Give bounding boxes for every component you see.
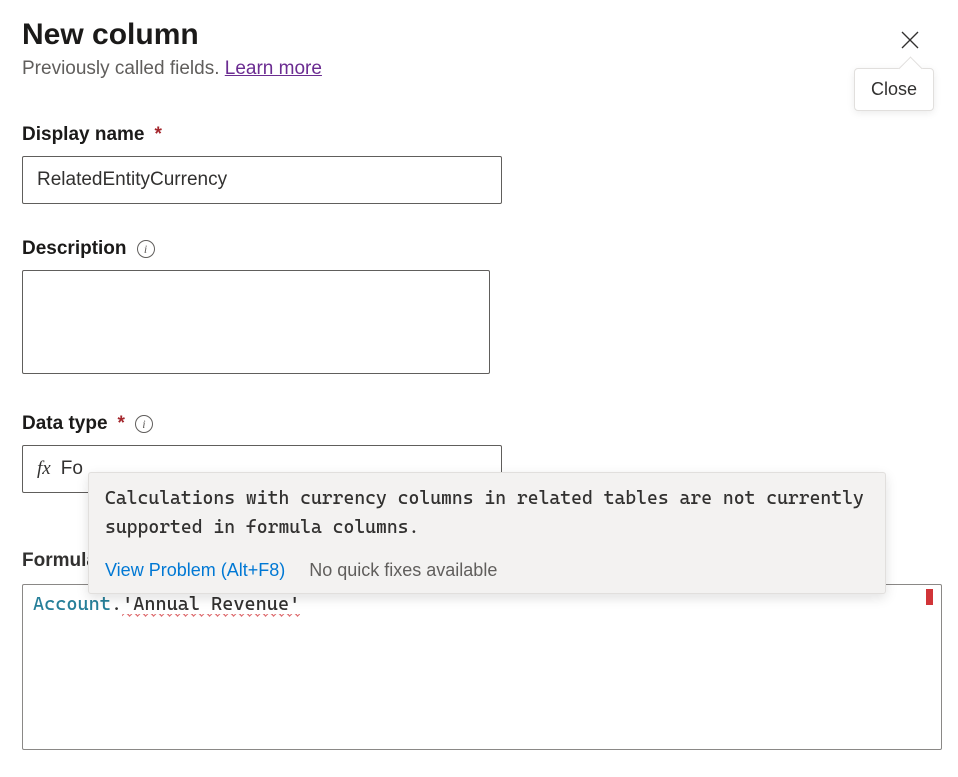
- info-icon[interactable]: i: [135, 415, 153, 433]
- datatype-value-visible: Fo: [61, 458, 83, 480]
- description-input[interactable]: [22, 270, 490, 374]
- formula-editor[interactable]: Account.'Annual Revenue': [22, 584, 942, 750]
- error-message: Calculations with currency columns in re…: [89, 473, 885, 552]
- description-label: Description: [22, 238, 127, 260]
- info-icon[interactable]: i: [137, 240, 155, 258]
- view-problem-link[interactable]: View Problem (Alt+F8): [105, 560, 285, 581]
- learn-more-link[interactable]: Learn more: [225, 58, 322, 79]
- display-name-input[interactable]: [22, 156, 502, 204]
- display-name-label: Display name: [22, 124, 145, 146]
- required-marker: *: [118, 413, 125, 435]
- display-name-group: Display name *: [22, 124, 936, 204]
- subtitle-text: Previously called fields.: [22, 58, 225, 79]
- description-group: Description i: [22, 238, 936, 379]
- close-tooltip: Close: [854, 68, 934, 111]
- fx-icon: fx: [37, 458, 51, 480]
- required-marker: *: [155, 124, 162, 146]
- formula-token-object: Account: [33, 593, 111, 615]
- no-fix-text: No quick fixes available: [309, 560, 497, 581]
- page-title: New column: [22, 18, 936, 52]
- close-icon: [899, 29, 921, 51]
- formula-label: Formula: [22, 550, 97, 572]
- header: New column Previously called fields. Lea…: [22, 18, 936, 80]
- subtitle: Previously called fields. Learn more: [22, 58, 936, 80]
- formula-token-field: 'Annual Revenue': [122, 593, 300, 617]
- formula-token-dot: .: [111, 593, 122, 615]
- error-popup: Calculations with currency columns in re…: [88, 472, 886, 594]
- minimap-error-marker: [926, 589, 933, 605]
- datatype-label: Data type: [22, 413, 108, 435]
- close-button[interactable]: [892, 22, 928, 58]
